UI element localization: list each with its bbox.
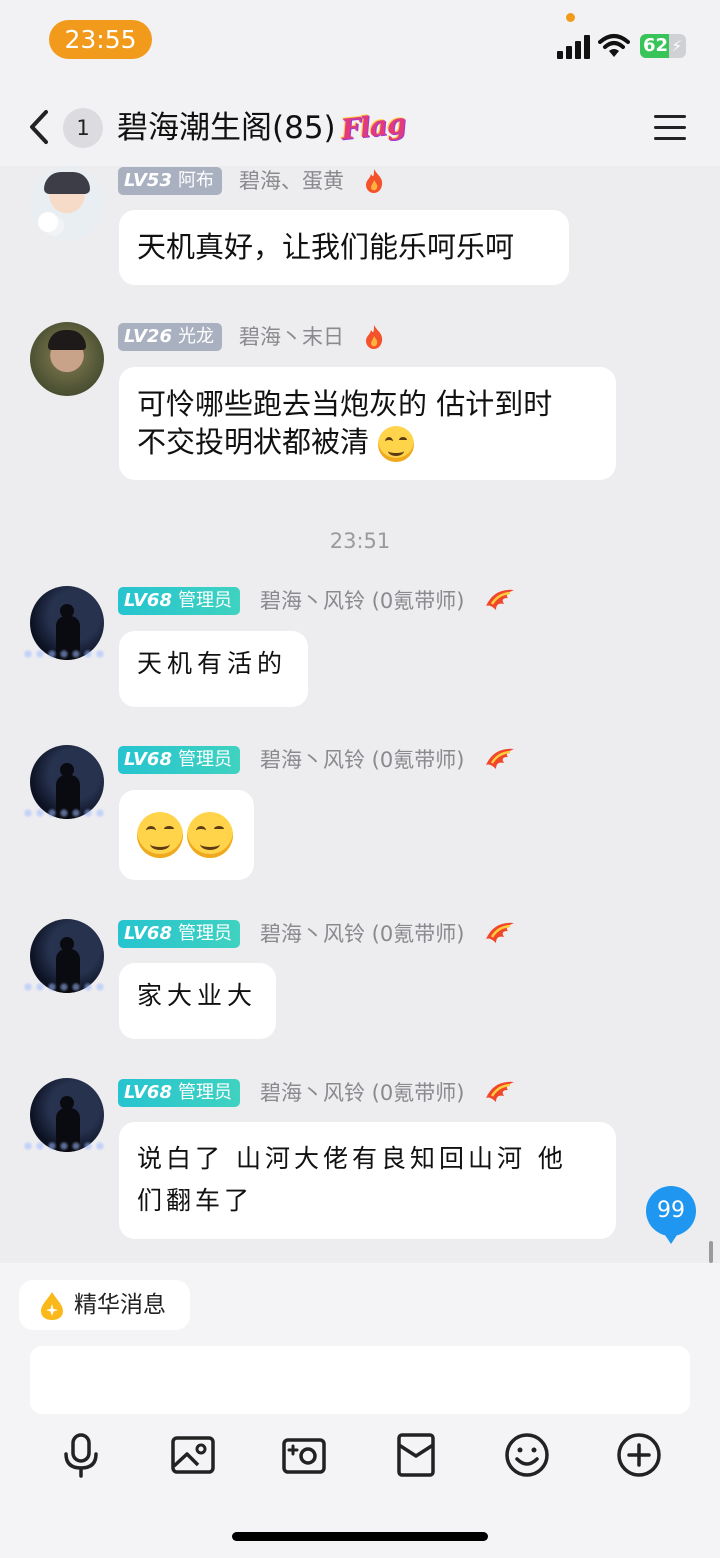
- emoji-icon[interactable]: [504, 1432, 550, 1478]
- dragon-wing-icon: [486, 922, 514, 943]
- dragon-wing-icon: [486, 1081, 514, 1102]
- member-title: 阿布: [177, 170, 214, 191]
- essence-messages-button[interactable]: 精华消息: [19, 1280, 190, 1330]
- message-timestamp: 23:51: [329, 529, 391, 553]
- unread-count-badge[interactable]: 1: [63, 108, 103, 148]
- camera-icon[interactable]: [281, 1432, 327, 1478]
- flame-icon: [366, 325, 383, 349]
- essence-label: 精华消息: [74, 1292, 166, 1318]
- level-number: LV68: [124, 1082, 172, 1103]
- message-text-line: 说白了 山河大佬有良知回山河 他: [137, 1144, 567, 1173]
- battery-percent: 62: [643, 35, 669, 56]
- sender-name[interactable]: 碧海丶风铃 (0氪带师): [260, 746, 464, 774]
- privacy-indicator-dot: [566, 13, 575, 22]
- level-badge: LV68 管理员: [118, 587, 240, 615]
- level-badge: LV68 管理员: [118, 920, 240, 948]
- dragon-wing-icon: [486, 748, 514, 769]
- message-text: 天机有活的: [137, 649, 288, 678]
- battery-icon: 62 ⚡: [640, 34, 686, 58]
- message-text: 天机真好，让我们能乐呵乐呵: [137, 230, 515, 264]
- member-title: 管理员: [177, 749, 232, 770]
- flame-icon: [366, 169, 383, 193]
- level-badge: LV53 阿布: [118, 167, 222, 195]
- avatar[interactable]: [30, 322, 104, 396]
- level-number: LV68: [124, 590, 172, 611]
- plus-icon[interactable]: [616, 1432, 662, 1478]
- message-bubble[interactable]: 家大业大: [119, 963, 276, 1039]
- image-icon[interactable]: [170, 1432, 216, 1478]
- level-number: LV53: [124, 170, 172, 191]
- essence-drop-icon: [41, 1292, 63, 1320]
- message-bubble[interactable]: 天机有活的: [119, 631, 308, 707]
- level-number: LV26: [124, 326, 172, 347]
- sender-name[interactable]: 碧海丶风铃 (0氪带师): [260, 587, 464, 615]
- signal-icon: [557, 35, 591, 59]
- smile-emoji-icon: [137, 812, 183, 858]
- message-bubble[interactable]: [119, 790, 254, 880]
- avatar-frame-sparkle: [22, 1140, 106, 1154]
- sender-name[interactable]: 碧海、蛋黄: [239, 167, 344, 195]
- level-badge: LV68 管理员: [118, 1079, 240, 1107]
- charging-bolt-icon: ⚡: [671, 37, 682, 55]
- level-badge: LV68 管理员: [118, 746, 240, 774]
- new-messages-badge[interactable]: 99: [646, 1186, 696, 1244]
- scrollbar[interactable]: [709, 1241, 713, 1263]
- dragon-wing-icon: [486, 589, 514, 610]
- message-input[interactable]: [30, 1346, 690, 1414]
- flag-badge: Flag: [339, 106, 407, 147]
- member-title: 管理员: [177, 590, 232, 611]
- red-packet-icon[interactable]: [393, 1432, 439, 1478]
- member-title: 管理员: [177, 923, 232, 944]
- blush-emoji-icon: [378, 426, 415, 462]
- avatar-frame-sparkle: [22, 807, 106, 821]
- level-number: LV68: [124, 749, 172, 770]
- message-bubble[interactable]: 天机真好，让我们能乐呵乐呵: [119, 210, 569, 285]
- menu-icon[interactable]: [654, 111, 690, 143]
- avatar-frame-sparkle: [22, 648, 106, 662]
- member-title: 光龙: [177, 326, 214, 347]
- message-text: 家大业大: [137, 981, 258, 1010]
- message-text-line: 们翻车了: [137, 1186, 254, 1215]
- avatar[interactable]: [30, 166, 104, 240]
- smile-emoji-icon: [187, 812, 233, 858]
- message-text-line: 可怜哪些跑去当炮灰的 估计到时: [137, 387, 553, 421]
- sender-name[interactable]: 碧海丶末日: [239, 323, 344, 351]
- level-badge: LV26 光龙: [118, 323, 222, 351]
- message-bubble[interactable]: 说白了 山河大佬有良知回山河 他 们翻车了: [119, 1122, 616, 1239]
- back-arrow-icon[interactable]: [24, 108, 54, 146]
- chat-title[interactable]: 碧海潮生阁(85): [117, 110, 336, 146]
- level-number: LV68: [124, 923, 172, 944]
- microphone-icon[interactable]: [58, 1432, 104, 1478]
- sender-name[interactable]: 碧海丶风铃 (0氪带师): [260, 1079, 464, 1107]
- message-bubble[interactable]: 可怜哪些跑去当炮灰的 估计到时 不交投明状都被清: [119, 367, 616, 480]
- sender-name[interactable]: 碧海丶风铃 (0氪带师): [260, 920, 464, 948]
- wifi-icon: [598, 34, 630, 57]
- home-indicator[interactable]: [232, 1532, 488, 1541]
- avatar-frame-sparkle: [22, 981, 106, 995]
- member-title: 管理员: [177, 1082, 232, 1103]
- status-time: 23:55: [49, 20, 152, 59]
- message-text-line: 不交投明状都被清: [137, 425, 370, 459]
